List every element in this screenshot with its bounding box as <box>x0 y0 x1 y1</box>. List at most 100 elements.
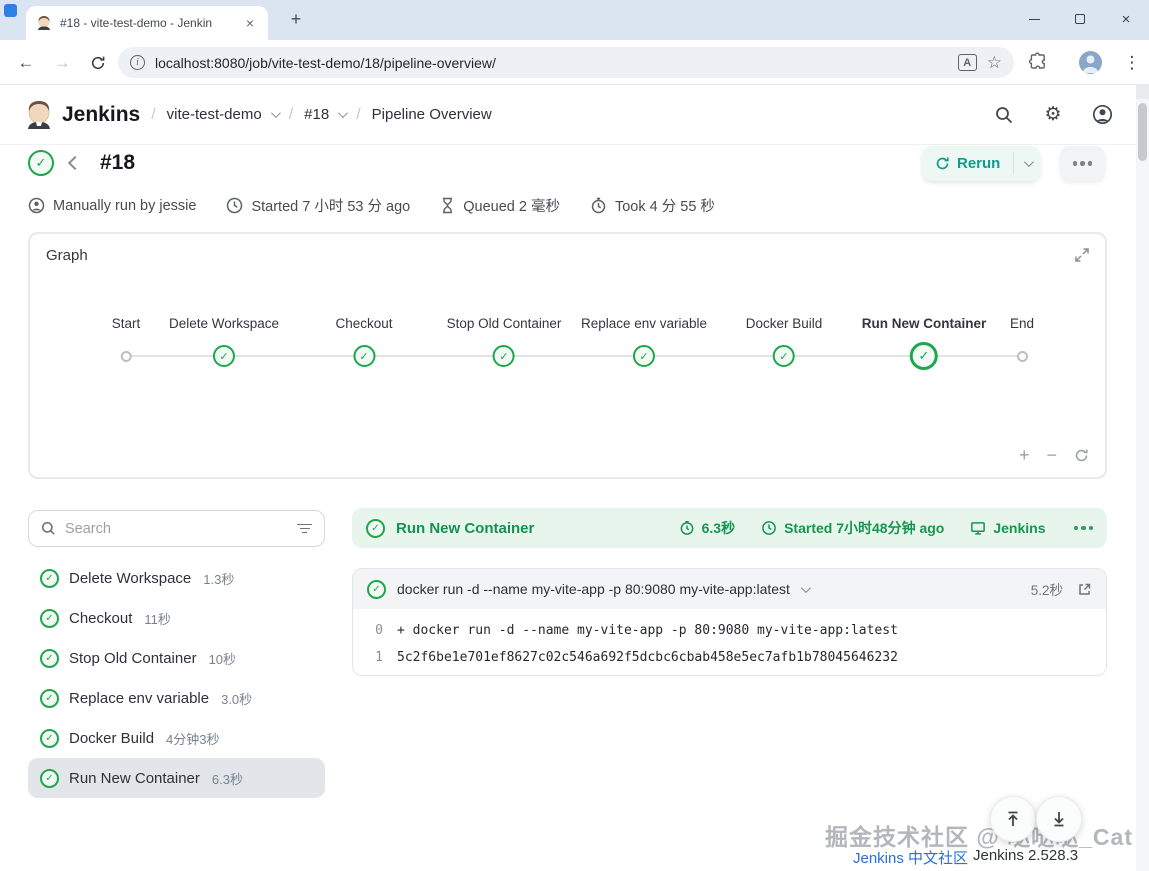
zoom-out-button[interactable]: − <box>1046 445 1057 466</box>
rerun-button[interactable]: Rerun <box>922 146 1041 181</box>
rerun-icon <box>936 157 949 170</box>
hourglass-icon <box>443 197 453 214</box>
breadcrumb-page: Pipeline Overview <box>371 106 492 123</box>
check-icon: ✓ <box>918 348 930 363</box>
scrollbar-up-button[interactable] <box>1136 85 1149 99</box>
meta-cause: Manually run by jessie <box>28 197 196 214</box>
stage-name: Stop Old Container <box>69 649 197 667</box>
scroll-to-bottom-button[interactable] <box>1036 796 1082 842</box>
filter-icon[interactable] <box>297 524 312 533</box>
browser-tab[interactable]: #18 - vite-test-demo - Jenkin × <box>26 6 268 40</box>
pipeline-node-replace-env-variable[interactable]: Replace env variable ✓ <box>581 316 707 370</box>
line-text: + docker run -d --name my-vite-app -p 80… <box>397 623 898 638</box>
site-info-icon[interactable]: i <box>130 55 145 70</box>
translate-icon[interactable]: A <box>957 54 977 71</box>
stage-agent-badge[interactable]: Jenkins <box>970 520 1046 536</box>
chevron-down-icon[interactable] <box>338 108 349 119</box>
external-link-icon[interactable] <box>1077 582 1092 597</box>
gear-icon[interactable]: ⚙ <box>1042 104 1064 126</box>
pipeline-node-docker-build[interactable]: Docker Build ✓ <box>745 316 823 370</box>
tab-close-icon[interactable]: × <box>242 15 258 31</box>
line-number: 1 <box>375 650 383 665</box>
url-text[interactable]: localhost:8080/job/vite-test-demo/18/pip… <box>155 55 948 71</box>
stage-list-item[interactable]: ✓ Stop Old Container 10秒 <box>28 638 325 678</box>
jenkins-logo[interactable] <box>24 99 54 131</box>
stage-name: Replace env variable <box>69 689 210 707</box>
check-icon: ✓ <box>45 692 54 704</box>
profile-avatar[interactable] <box>1079 51 1102 74</box>
stage-list-item[interactable]: ✓ Docker Build 4分钟3秒 <box>28 718 325 758</box>
stage-more-button[interactable] <box>1073 525 1093 531</box>
pipeline-node-end[interactable]: End <box>1010 316 1034 370</box>
clock-icon <box>227 197 243 214</box>
forward-button[interactable]: → <box>48 49 76 77</box>
check-icon: ✓ <box>359 350 369 363</box>
pipeline-node-run-new-container[interactable]: Run New Container ✓ <box>862 316 986 370</box>
timer-icon <box>680 520 694 535</box>
stage-duration: 6.3秒 <box>211 771 243 787</box>
stage-list-item-selected[interactable]: ✓ Run New Container 6.3秒 <box>28 758 325 798</box>
reload-button[interactable] <box>84 49 112 77</box>
minimize-icon <box>1028 18 1040 20</box>
stage-panel-meta: 6.3秒 Started 7小时48分钟 ago Jenkins <box>679 518 1093 538</box>
page-scrollbar[interactable] <box>1136 85 1149 871</box>
reload-icon <box>91 56 105 70</box>
window-maximize-button[interactable] <box>1057 0 1103 38</box>
user-icon[interactable] <box>1091 104 1113 126</box>
pipeline-node-stop-old-container[interactable]: Stop Old Container ✓ <box>447 316 561 370</box>
check-icon: ✓ <box>45 732 54 744</box>
header-actions: ⚙ <box>993 104 1113 126</box>
maximize-icon <box>1075 14 1085 24</box>
rerun-dropdown[interactable] <box>1014 146 1040 181</box>
stage-search-box[interactable] <box>28 510 325 547</box>
meta-text: Started 7 小时 53 分 ago <box>251 199 411 215</box>
build-more-button[interactable] <box>1060 146 1105 181</box>
new-tab-button[interactable]: + <box>284 8 308 32</box>
console-output[interactable]: 0 + docker run -d --name my-vite-app -p … <box>353 609 1106 675</box>
pipeline-node-checkout[interactable]: Checkout ✓ <box>335 316 393 370</box>
jenkins-brand[interactable]: Jenkins <box>62 103 140 127</box>
address-bar[interactable]: i localhost:8080/job/vite-test-demo/18/p… <box>118 47 1014 78</box>
build-number: #18 <box>100 151 136 174</box>
previous-build-chevron[interactable] <box>67 155 83 171</box>
stage-list-item[interactable]: ✓ Checkout 11秒 <box>28 598 325 638</box>
back-button[interactable]: ← <box>12 49 40 77</box>
stage-list-item[interactable]: ✓ Delete Workspace 1.3秒 <box>28 558 325 598</box>
search-input[interactable] <box>65 520 288 537</box>
stage-label: Start <box>111 316 141 331</box>
pipeline-node-start[interactable]: Start <box>111 316 141 370</box>
stage-list-item[interactable]: ✓ Replace env variable 3.0秒 <box>28 678 325 718</box>
jenkins-chinese-community-link[interactable]: Jenkins 中文社区 <box>853 847 968 868</box>
scroll-to-top-button[interactable] <box>990 796 1036 842</box>
expand-icon[interactable] <box>1074 247 1090 263</box>
step-header[interactable]: ✓ docker run -d --name my-vite-app -p 80… <box>353 569 1106 609</box>
rerun-label: Rerun <box>957 155 1001 172</box>
step-header-right: 5.2秒 <box>1031 579 1092 599</box>
stage-started-text: Started 7小时48分钟 ago <box>784 520 945 536</box>
stage-label: End <box>1009 316 1035 331</box>
zoom-reset-button[interactable] <box>1074 448 1089 463</box>
chevron-down-icon[interactable] <box>800 582 811 593</box>
stage-panel-title: Run New Container <box>396 519 535 537</box>
window-close-button[interactable]: × <box>1103 0 1149 38</box>
window-minimize-button[interactable] <box>1011 0 1057 38</box>
pipeline-node-delete-workspace[interactable]: Delete Workspace ✓ <box>169 316 279 370</box>
browser-menu-icon[interactable]: ⋮ <box>1120 49 1144 77</box>
meta-queued: Queued 2 毫秒 <box>440 195 560 216</box>
stage-success-icon: ✓ <box>773 345 795 367</box>
search-icon[interactable] <box>993 104 1015 126</box>
chevron-down-icon[interactable] <box>270 108 281 119</box>
stage-label: Docker Build <box>745 316 823 331</box>
zoom-in-button[interactable]: + <box>1019 445 1030 466</box>
breadcrumb-job[interactable]: vite-test-demo <box>167 106 262 123</box>
build-status-icon: ✓ <box>28 150 54 176</box>
step-command: docker run -d --name my-vite-app -p 80:9… <box>397 581 790 597</box>
rerun-button-main[interactable]: Rerun <box>922 146 1013 181</box>
scrollbar-thumb[interactable] <box>1138 103 1147 161</box>
extensions-icon[interactable] <box>1029 52 1047 70</box>
window-accent <box>4 4 17 17</box>
breadcrumb-separator: / <box>288 105 294 123</box>
stage-duration: 11秒 <box>144 611 171 627</box>
bookmark-star-icon[interactable]: ☆ <box>987 54 1002 71</box>
breadcrumb-build[interactable]: #18 <box>304 106 329 123</box>
